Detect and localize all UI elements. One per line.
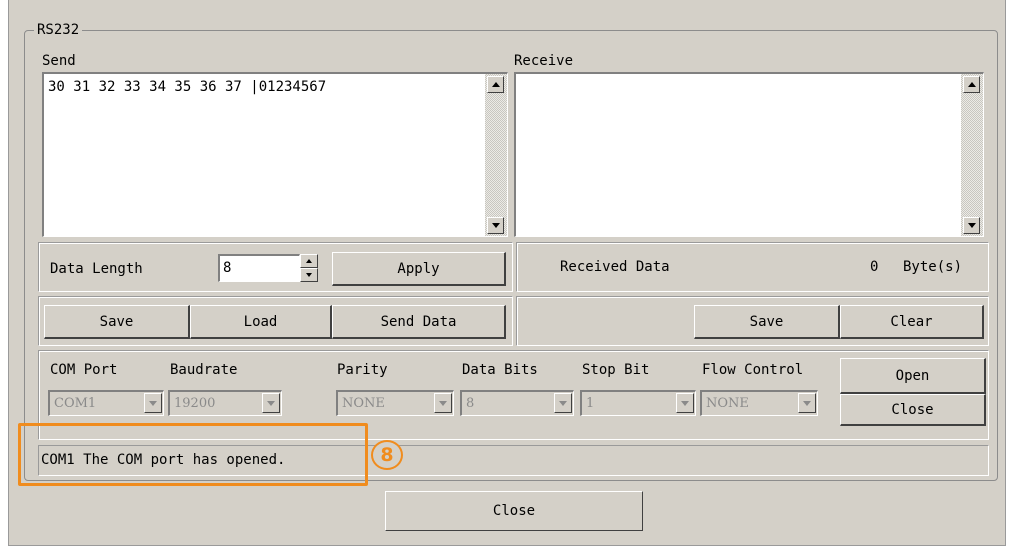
- chevron-down-icon[interactable]: [676, 393, 694, 413]
- stop-bit-label: Stop Bit: [582, 362, 650, 378]
- chevron-down-icon[interactable]: [144, 393, 162, 413]
- com-port-value: COM1: [54, 396, 97, 411]
- load-button[interactable]: Load: [190, 305, 332, 339]
- received-data-count: 0: [870, 259, 879, 275]
- com-port-label: COM Port: [50, 362, 118, 378]
- open-button[interactable]: Open: [840, 358, 986, 394]
- baudrate-value: 19200: [174, 396, 216, 411]
- scroll-up-icon[interactable]: [963, 76, 980, 93]
- send-scrollbar[interactable]: [485, 74, 507, 236]
- received-data-label: Received Data: [560, 259, 670, 275]
- baudrate-label: Baudrate: [170, 362, 238, 378]
- clear-button[interactable]: Clear: [840, 305, 984, 339]
- scroll-up-icon[interactable]: [487, 76, 504, 93]
- apply-button[interactable]: Apply: [332, 252, 506, 286]
- flow-control-label: Flow Control: [702, 362, 804, 378]
- chevron-down-icon[interactable]: [434, 393, 452, 413]
- scroll-down-icon[interactable]: [487, 217, 504, 234]
- annotation-highlight-box: [18, 423, 368, 486]
- chevron-down-icon[interactable]: [798, 393, 816, 413]
- flow-control-value: NONE: [706, 396, 749, 411]
- annotation-badge: 8: [371, 440, 403, 470]
- com-port-select[interactable]: COM1: [48, 390, 164, 416]
- parity-value: NONE: [342, 396, 385, 411]
- receive-textarea[interactable]: [514, 72, 984, 237]
- data-length-label: Data Length: [50, 261, 143, 277]
- receive-save-button[interactable]: Save: [694, 305, 840, 339]
- send-textarea[interactable]: 30 31 32 33 34 35 36 37 |01234567: [42, 72, 508, 237]
- stop-bit-select[interactable]: 1: [580, 390, 696, 416]
- parity-label: Parity: [337, 362, 388, 378]
- send-data-button[interactable]: Send Data: [332, 305, 506, 339]
- spin-up-icon[interactable]: [300, 254, 318, 268]
- data-bits-label: Data Bits: [462, 362, 538, 378]
- scroll-down-icon[interactable]: [963, 217, 980, 234]
- chevron-down-icon[interactable]: [262, 393, 280, 413]
- port-close-button[interactable]: Close: [840, 394, 986, 426]
- parity-select[interactable]: NONE: [336, 390, 454, 416]
- flow-control-select[interactable]: NONE: [700, 390, 818, 416]
- stop-bit-value: 1: [586, 396, 595, 411]
- chevron-down-icon[interactable]: [554, 393, 572, 413]
- spin-down-icon[interactable]: [300, 268, 318, 282]
- baudrate-select[interactable]: 19200: [168, 390, 282, 416]
- send-label: Send: [42, 53, 76, 69]
- rs232-group-title: RS232: [34, 22, 83, 38]
- receive-scrollbar[interactable]: [961, 74, 983, 236]
- send-save-button[interactable]: Save: [44, 305, 190, 339]
- dialog-close-button[interactable]: Close: [385, 491, 643, 531]
- data-bits-select[interactable]: 8: [460, 390, 574, 416]
- receive-label: Receive: [514, 53, 574, 69]
- data-length-input[interactable]: 8: [218, 254, 300, 282]
- send-text: 30 31 32 33 34 35 36 37 |01234567: [48, 79, 327, 95]
- received-data-unit: Byte(s): [903, 259, 963, 275]
- data-bits-value: 8: [466, 396, 475, 411]
